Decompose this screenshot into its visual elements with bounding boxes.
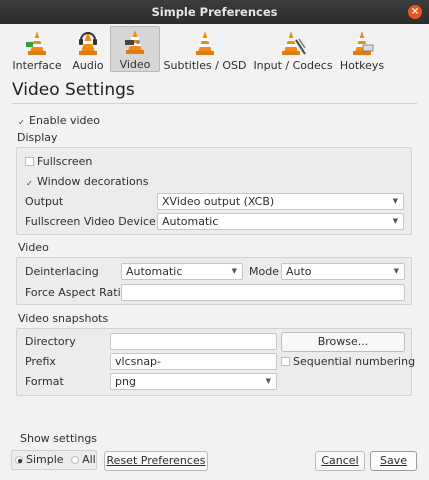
- category-label: Input / Codecs: [253, 59, 333, 72]
- deinterlacing-select[interactable]: Automatic ▼: [121, 263, 243, 280]
- chevron-down-icon: ▼: [392, 217, 398, 225]
- category-bar: Interface Audio Video Subtitles / OSD In…: [8, 26, 388, 72]
- category-audio[interactable]: Audio: [66, 26, 110, 72]
- reset-preferences-button[interactable]: Reset Preferences: [104, 451, 208, 471]
- all-label: All: [82, 453, 96, 466]
- video-group-title: Video: [18, 241, 49, 254]
- directory-input[interactable]: [110, 333, 277, 350]
- simple-radio[interactable]: Simple: [15, 453, 64, 466]
- divider: [12, 103, 417, 104]
- checkbox-icon: [25, 157, 34, 166]
- category-label: Interface: [12, 59, 62, 72]
- category-label: Subtitles / OSD: [163, 59, 247, 72]
- format-select[interactable]: png ▼: [110, 373, 277, 390]
- fullscreen-device-select[interactable]: Automatic ▼: [157, 213, 404, 230]
- interface-cone-icon: [25, 26, 49, 56]
- enable-video-checkbox[interactable]: ✓ Enable video: [17, 114, 100, 127]
- category-label: Hotkeys: [339, 59, 385, 72]
- aspect-ratio-input[interactable]: [121, 284, 405, 301]
- save-button[interactable]: Save: [370, 451, 417, 471]
- radio-icon: [71, 456, 80, 464]
- directory-label: Directory: [25, 335, 76, 348]
- category-video[interactable]: Video: [110, 26, 160, 72]
- mode-select[interactable]: Auto ▼: [281, 263, 405, 280]
- fullscreen-checkbox[interactable]: Fullscreen: [25, 155, 92, 168]
- show-settings-group: Simple All: [11, 450, 97, 470]
- chevron-down-icon: ▼: [392, 197, 398, 205]
- prefix-value: vlcsnap-: [115, 355, 162, 368]
- output-label: Output: [25, 195, 64, 208]
- format-label: Format: [25, 375, 64, 388]
- fullscreen-label: Fullscreen: [37, 155, 93, 168]
- input-cone-icon: [279, 26, 307, 56]
- output-select[interactable]: XVideo output (XCB) ▼: [157, 193, 404, 210]
- sequential-numbering-label: Sequential numbering: [293, 355, 416, 368]
- checkbox-icon: [281, 357, 290, 366]
- format-value: png: [115, 375, 136, 388]
- enable-video-label: Enable video: [29, 114, 101, 127]
- chevron-down-icon: ▼: [393, 267, 399, 275]
- window-decorations-label: Window decorations: [37, 175, 149, 188]
- sequential-numbering-checkbox[interactable]: Sequential numbering: [281, 355, 415, 368]
- snapshots-group-title: Video snapshots: [18, 312, 109, 325]
- fullscreen-device-value: Automatic: [162, 215, 219, 228]
- cancel-button[interactable]: Cancel: [315, 451, 365, 471]
- prefix-input[interactable]: vlcsnap-: [110, 353, 277, 370]
- video-cone-icon: [123, 27, 147, 55]
- hotkeys-cone-icon: [350, 26, 374, 56]
- simple-label: Simple: [26, 453, 64, 466]
- page-title: Video Settings: [12, 80, 135, 100]
- checkmark-icon: ✓: [18, 118, 25, 127]
- deinterlacing-value: Automatic: [126, 265, 183, 278]
- cancel-label: Cancel: [321, 454, 359, 467]
- reset-preferences-label: Reset Preferences: [106, 454, 206, 467]
- deinterlacing-label: Deinterlacing: [25, 265, 99, 278]
- output-value: XVideo output (XCB): [162, 195, 275, 208]
- mode-label: Mode: [249, 265, 279, 278]
- subtitles-cone-icon: [193, 26, 217, 56]
- category-label: Audio: [72, 59, 104, 72]
- video-group: Deinterlacing Automatic ▼ Mode Auto ▼ Fo…: [16, 257, 412, 305]
- close-icon[interactable]: ×: [408, 5, 422, 19]
- category-label: Video: [119, 58, 151, 71]
- category-input-codecs[interactable]: Input / Codecs: [250, 26, 336, 72]
- category-subtitles-osd[interactable]: Subtitles / OSD: [160, 26, 250, 72]
- save-label: Save: [379, 454, 407, 467]
- all-radio[interactable]: All: [71, 453, 96, 466]
- snapshots-group: Directory Browse... Prefix vlcsnap- Sequ…: [16, 328, 415, 396]
- checkmark-icon: ✓: [26, 179, 33, 188]
- titlebar: Simple Preferences ×: [0, 0, 429, 24]
- preferences-window: Simple Preferences × Interface Audio Vid…: [0, 0, 429, 480]
- category-interface[interactable]: Interface: [8, 26, 66, 72]
- fullscreen-device-label: Fullscreen Video Device: [25, 215, 156, 228]
- show-settings-label: Show settings: [20, 432, 98, 445]
- chevron-down-icon: ▼: [231, 267, 237, 275]
- mode-value: Auto: [286, 265, 312, 278]
- display-group: Fullscreen ✓ Window decorations Output XV…: [16, 147, 412, 235]
- audio-cone-headphones-icon: [76, 26, 100, 56]
- prefix-label: Prefix: [25, 355, 56, 368]
- radio-selected-icon: [15, 456, 23, 464]
- aspect-ratio-label: Force Aspect Ratio: [25, 286, 128, 299]
- window-title: Simple Preferences: [151, 5, 278, 19]
- category-hotkeys[interactable]: Hotkeys: [336, 26, 388, 72]
- display-group-title: Display: [17, 131, 58, 144]
- window-decorations-checkbox[interactable]: ✓ Window decorations: [25, 175, 148, 188]
- browse-button[interactable]: Browse...: [281, 332, 405, 352]
- chevron-down-icon: ▼: [265, 377, 271, 385]
